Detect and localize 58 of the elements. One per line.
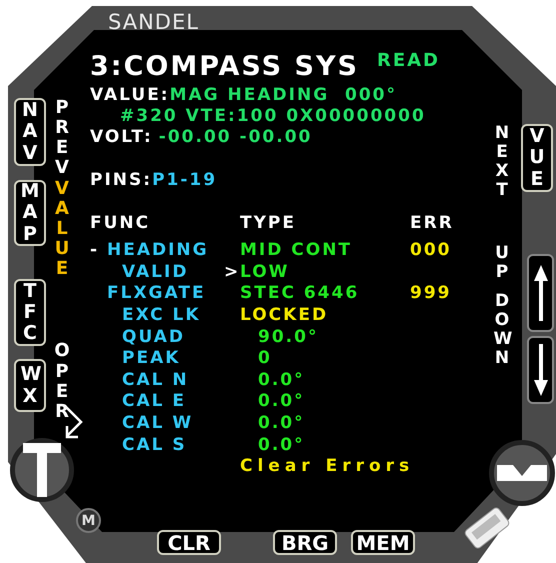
- brand-label: SANDEL: [108, 9, 199, 36]
- type-value: 0: [257, 348, 272, 368]
- volt-label: VOLT:: [90, 127, 153, 148]
- function-name: QUAD: [121, 326, 186, 348]
- page-title: 3:COMPASS SYS: [90, 51, 359, 83]
- function-name: PEAK: [121, 348, 180, 370]
- soft-key-label[interactable]: OPER: [53, 341, 71, 422]
- function-name: CAL N: [121, 370, 189, 391]
- pins-text: P1-19: [152, 170, 218, 191]
- error-count: 000: [410, 240, 452, 262]
- function-name: VALID: [121, 262, 188, 283]
- soft-key-label[interactable]: PREV: [53, 98, 71, 179]
- bezel-key[interactable]: MEM: [351, 530, 415, 555]
- soft-key-label[interactable]: DOWN: [494, 292, 510, 368]
- function-name: EXC LK: [121, 305, 201, 326]
- bezel-key[interactable]: WX: [14, 359, 46, 412]
- function-name: FLXGATE: [107, 283, 206, 304]
- detail-text: #320 VTE:100 0X00000000: [119, 106, 426, 126]
- clear-errors-action[interactable]: Clear Errors: [240, 456, 414, 476]
- bezel-key[interactable]: TFC: [14, 279, 46, 346]
- column-header: ERR: [410, 213, 454, 234]
- function-name: HEADING: [107, 240, 209, 262]
- heading-knob-icon: [497, 465, 547, 481]
- up-arrow-button[interactable]: [527, 254, 554, 332]
- bezel-key[interactable]: MAP: [14, 180, 46, 246]
- column-header: FUNC: [90, 213, 152, 234]
- pins-label: PINS:: [90, 170, 152, 191]
- soft-key-label[interactable]: VALUE: [53, 178, 71, 280]
- value-text: MAG HEADING 000°: [170, 85, 397, 106]
- type-value: STEC 6446: [240, 283, 360, 304]
- type-value: LOCKED: [240, 305, 328, 326]
- bezel-key[interactable]: CLR: [157, 530, 221, 555]
- type-value: LOW: [240, 262, 290, 282]
- type-value: MID CONT: [240, 240, 352, 260]
- up-arrow-icon: [534, 265, 548, 321]
- type-value: 90.0°: [257, 326, 318, 347]
- bezel-key[interactable]: NAV: [14, 98, 46, 166]
- type-value: 0.0°: [257, 434, 305, 455]
- soft-key-label[interactable]: UP: [494, 244, 510, 282]
- error-count: 999: [410, 283, 452, 304]
- function-name: CAL S: [121, 434, 187, 456]
- type-value: 0.0°: [257, 370, 305, 390]
- type-value: 0.0°: [257, 391, 305, 412]
- value-label: VALUE:: [90, 85, 170, 106]
- push-knob-icon: [23, 443, 61, 497]
- expand-marker: -: [90, 240, 100, 260]
- function-name: CAL W: [121, 413, 194, 434]
- bezel-key[interactable]: BRG: [273, 530, 337, 555]
- volt-text: -00.00 -00.00: [158, 127, 312, 148]
- cursor-marker: >: [224, 262, 240, 282]
- type-value: 0.0°: [257, 413, 305, 434]
- mode-label: READ: [376, 50, 440, 71]
- soft-key-label[interactable]: NEXT: [494, 124, 510, 200]
- function-name: CAL E: [121, 391, 186, 412]
- bezel-key[interactable]: VUE: [521, 124, 553, 192]
- column-header: TYPE: [240, 213, 297, 234]
- down-arrow-button[interactable]: [527, 336, 554, 404]
- down-arrow-icon: [534, 344, 548, 396]
